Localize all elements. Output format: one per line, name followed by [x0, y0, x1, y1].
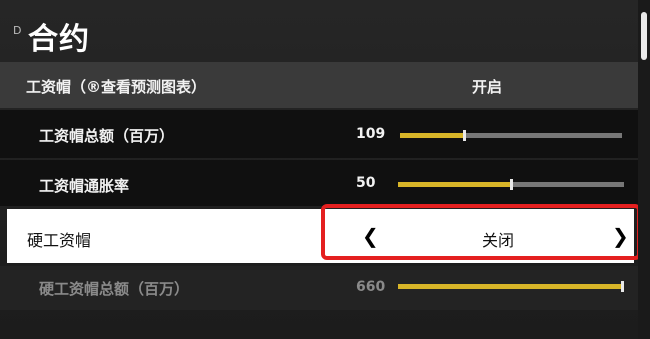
slider-track[interactable] [400, 130, 622, 141]
slider-fill [400, 133, 465, 138]
scrollbar[interactable] [638, 0, 650, 339]
setting-row-hard-cap[interactable]: 硬工资帽 ❮ 关闭 ❯ [7, 204, 641, 263]
setting-row-hard-cap-total[interactable]: 硬工资帽总额（百万） 660 [0, 266, 638, 310]
setting-label: 工资帽（®查看预测图表） [26, 78, 207, 96]
setting-label: 工资帽总额（百万） [39, 127, 175, 145]
chevron-left-icon[interactable]: ❮ [362, 224, 379, 248]
page-title: 合约 [28, 22, 90, 57]
settings-panel: D 合约 工资帽（®查看预测图表） 开启 工资帽总额（百万） 109 工资帽通胀… [0, 0, 641, 339]
setting-row-salary-cap-inflation[interactable]: 工资帽通胀率 50 [0, 160, 638, 206]
setting-label: 工资帽通胀率 [39, 177, 130, 195]
setting-label: 硬工资帽总额（百万） [39, 280, 190, 298]
chevron-right-icon[interactable]: ❯ [612, 224, 629, 248]
slider-handle[interactable] [463, 130, 467, 141]
setting-value: 开启 [472, 78, 503, 96]
controller-button-icon: D [13, 24, 22, 37]
setting-label: 硬工资帽 [27, 231, 92, 250]
setting-row-salary-cap-total[interactable]: 工资帽总额（百万） 109 [0, 110, 638, 158]
slider-handle[interactable] [621, 281, 624, 292]
setting-number: 109 [356, 126, 386, 142]
setting-value: 关闭 [482, 231, 515, 250]
slider-track[interactable] [398, 179, 624, 190]
slider-handle[interactable] [510, 179, 513, 190]
setting-row-salary-cap[interactable]: 工资帽（®查看预测图表） 开启 [0, 62, 638, 108]
slider-fill [398, 284, 624, 289]
slider-track[interactable] [398, 281, 624, 292]
scrollbar-thumb[interactable] [641, 12, 647, 60]
setting-number: 660 [356, 279, 386, 295]
setting-number: 50 [356, 175, 376, 191]
slider-fill [398, 182, 511, 187]
